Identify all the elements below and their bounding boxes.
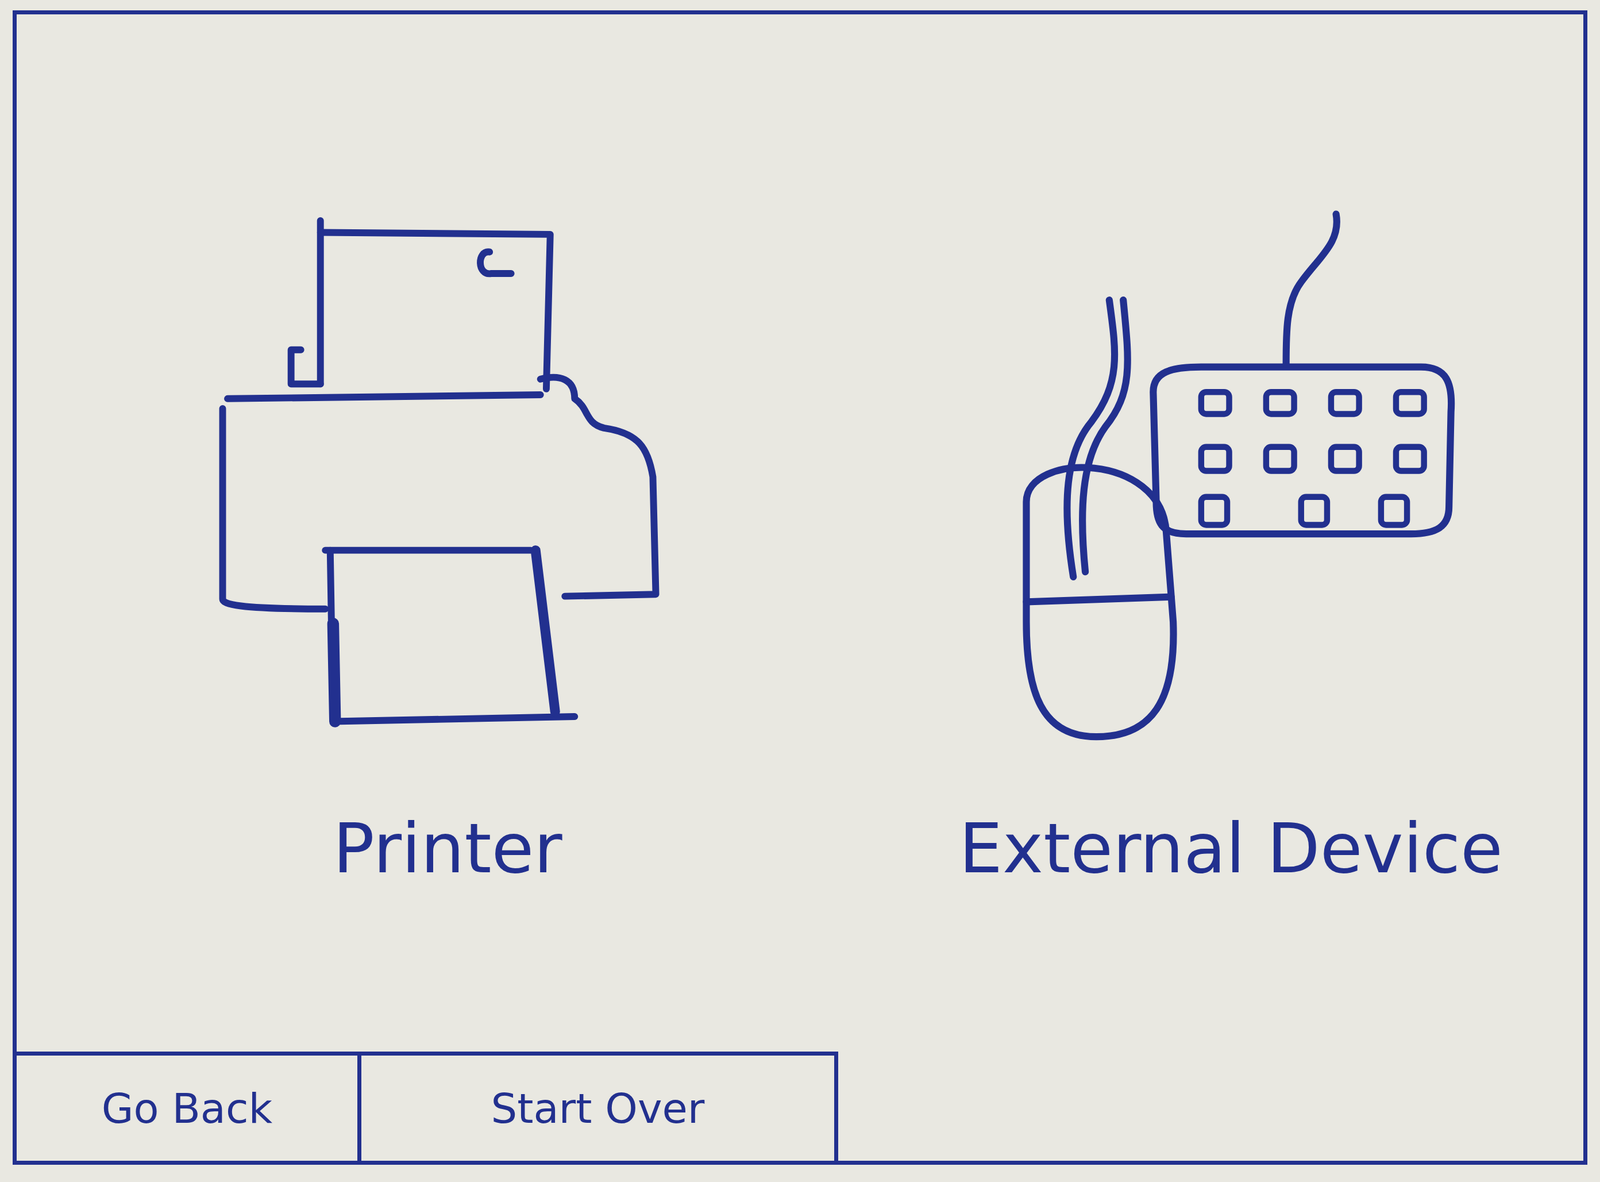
button-bar: Go BackStart Over <box>16 1051 1584 1161</box>
nav-button[interactable]: Start Over <box>361 1051 839 1161</box>
option-label: External Device <box>958 807 1503 890</box>
printer-icon <box>217 209 678 744</box>
option-icon-box <box>217 209 678 744</box>
option-icon-box <box>1001 209 1461 744</box>
option-label: Printer <box>332 807 562 890</box>
option-grid: Printer External Device <box>16 14 1584 890</box>
nav-button[interactable]: Go Back <box>16 1051 362 1161</box>
screen-frame: Printer External Device Go BackStart Over <box>12 10 1588 1165</box>
sketch-page: Printer External Device Go BackStart Over <box>0 0 1600 1182</box>
mouse-and-keyboard-icon <box>1001 209 1461 744</box>
option-card[interactable]: Printer <box>16 209 879 890</box>
option-card[interactable]: External Device <box>878 209 1584 890</box>
